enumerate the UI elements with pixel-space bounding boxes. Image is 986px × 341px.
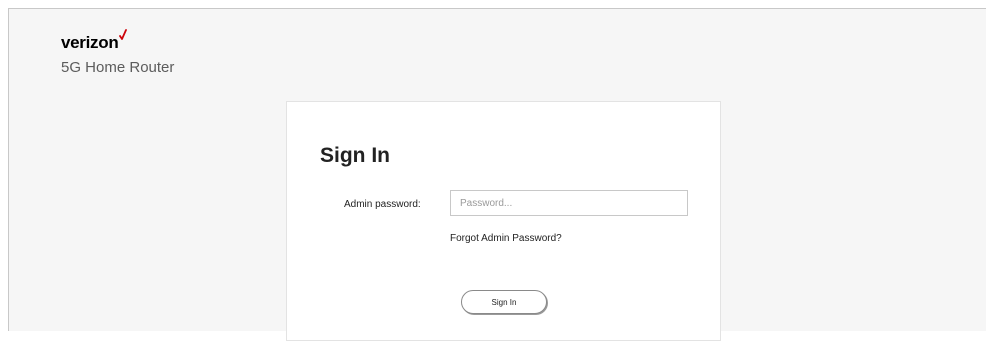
- checkmark-icon: [119, 29, 128, 40]
- signin-card: Sign In Admin password: Forgot Admin Pas…: [286, 101, 721, 341]
- password-input[interactable]: [450, 190, 688, 216]
- page-frame: verizon 5G Home Router Sign In Admin pas…: [8, 8, 986, 341]
- password-label: Admin password:: [344, 199, 421, 210]
- product-name: 5G Home Router: [61, 59, 175, 76]
- verizon-logo: verizon: [61, 29, 128, 53]
- forgot-password-link[interactable]: Forgot Admin Password?: [450, 233, 562, 245]
- signin-title: Sign In: [320, 144, 390, 167]
- logo-text: verizon: [61, 33, 119, 52]
- signin-button[interactable]: Sign In: [461, 290, 547, 314]
- brand-header: verizon 5G Home Router: [61, 29, 175, 77]
